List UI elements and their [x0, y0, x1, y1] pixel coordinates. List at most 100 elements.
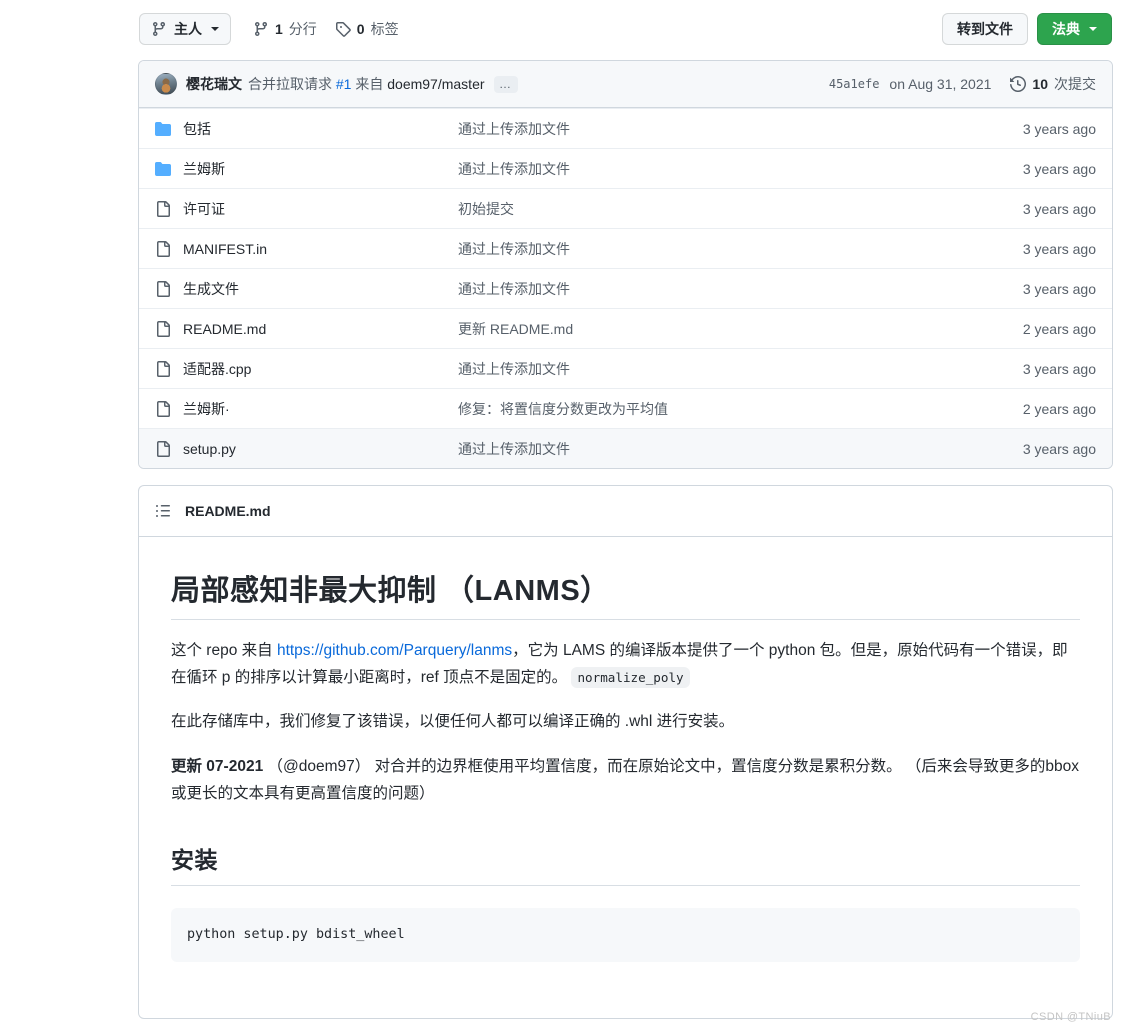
- file-age: 2 years ago: [1023, 321, 1096, 337]
- file-age: 3 years ago: [1023, 361, 1096, 377]
- readme-panel: README.md 局部感知非最大抑制 （LANMS） 这个 repo 来自 h…: [138, 485, 1113, 1019]
- table-row[interactable]: 生成文件 通过上传添加文件 3 years ago: [139, 268, 1112, 308]
- commits-label: 次提交: [1054, 74, 1096, 94]
- go-to-file-button[interactable]: 转到文件: [942, 13, 1028, 45]
- file-commit-message[interactable]: 通过上传添加文件: [458, 119, 1023, 139]
- file-name[interactable]: 兰姆斯: [183, 159, 458, 179]
- folder-icon: [155, 161, 171, 177]
- file-name[interactable]: README.md: [183, 321, 458, 337]
- file-icon: [155, 401, 171, 417]
- file-age: 3 years ago: [1023, 241, 1096, 257]
- lanms-repo-link[interactable]: https://github.com/Parquery/lanms: [277, 642, 512, 659]
- watermark: CSDN @TNiuB: [1031, 1011, 1111, 1023]
- table-row[interactable]: 兰姆斯· 修复：将置信度分数更改为平均值 2 years ago: [139, 388, 1112, 428]
- commit-author[interactable]: 樱花瑞文: [186, 74, 242, 94]
- file-commit-message[interactable]: 初始提交: [458, 199, 1023, 219]
- repo-meta-links: 1 分行 0 标签: [253, 19, 399, 39]
- branches-link[interactable]: 1 分行: [253, 19, 317, 39]
- file-icon: [155, 361, 171, 377]
- file-age: 3 years ago: [1023, 201, 1096, 217]
- file-icon: [155, 321, 171, 337]
- file-commit-message[interactable]: 通过上传添加文件: [458, 239, 1023, 259]
- commit-message: 合并拉取请求 #1 来自 doem97/master: [248, 74, 485, 94]
- chevron-down-icon: [211, 27, 219, 31]
- branches-count: 1: [275, 21, 283, 37]
- branch-selector-label: 主人: [174, 19, 202, 39]
- file-name[interactable]: 兰姆斯·: [183, 399, 458, 419]
- readme-heading-2: 安装: [171, 841, 1080, 886]
- repository-page: 主人 1 分行: [0, 0, 1127, 1029]
- install-code-block: python setup.py bdist_wheel: [171, 908, 1080, 962]
- readme-paragraph-1: 这个 repo 来自 https://github.com/Parquery/l…: [171, 638, 1080, 691]
- commit-message-ref: doem97/master: [387, 76, 484, 92]
- file-name[interactable]: 生成文件: [183, 279, 458, 299]
- file-name[interactable]: 包括: [183, 119, 458, 139]
- file-commit-message[interactable]: 通过上传添加文件: [458, 439, 1023, 459]
- pull-request-link[interactable]: #1: [336, 76, 352, 92]
- repo-toolbar: 主人 1 分行: [138, 8, 1113, 50]
- file-commit-message[interactable]: 更新 README.md: [458, 319, 1023, 339]
- file-name[interactable]: 适配器.cpp: [183, 359, 458, 379]
- file-icon: [155, 441, 171, 457]
- file-age: 3 years ago: [1023, 441, 1096, 457]
- latest-commit-bar: 樱花瑞文 合并拉取请求 #1 来自 doem97/master … 45a1ef…: [139, 61, 1112, 108]
- branch-selector[interactable]: 主人: [139, 13, 231, 45]
- file-commit-message[interactable]: 通过上传添加文件: [458, 359, 1023, 379]
- file-age: 3 years ago: [1023, 121, 1096, 137]
- file-commit-message[interactable]: 通过上传添加文件: [458, 159, 1023, 179]
- file-listing-box: 樱花瑞文 合并拉取请求 #1 来自 doem97/master … 45a1ef…: [138, 60, 1113, 469]
- commit-meta: 45a1efe on Aug 31, 2021 10 次提交: [829, 74, 1096, 94]
- branches-label: 分行: [289, 19, 317, 39]
- table-row[interactable]: 包括 通过上传添加文件 3 years ago: [139, 108, 1112, 148]
- file-age: 3 years ago: [1023, 161, 1096, 177]
- file-name[interactable]: MANIFEST.in: [183, 241, 458, 257]
- table-row[interactable]: MANIFEST.in 通过上传添加文件 3 years ago: [139, 228, 1112, 268]
- list-unordered-icon[interactable]: [155, 503, 171, 519]
- tags-label: 标签: [371, 19, 399, 39]
- go-to-file-label: 转到文件: [957, 19, 1013, 39]
- file-age: 2 years ago: [1023, 401, 1096, 417]
- tags-link[interactable]: 0 标签: [335, 19, 399, 39]
- readme-content: 局部感知非最大抑制 （LANMS） 这个 repo 来自 https://git…: [139, 537, 1112, 1018]
- expand-commit-button[interactable]: …: [494, 76, 518, 93]
- code-button[interactable]: 法典: [1037, 13, 1112, 45]
- file-name[interactable]: setup.py: [183, 441, 458, 457]
- file-commit-message[interactable]: 修复：将置信度分数更改为平均值: [458, 399, 1023, 419]
- table-row[interactable]: setup.py 通过上传添加文件 3 years ago: [139, 428, 1112, 468]
- file-name[interactable]: 许可证: [183, 199, 458, 219]
- commit-message-middle: 来自: [355, 76, 383, 92]
- table-row[interactable]: 兰姆斯 通过上传添加文件 3 years ago: [139, 148, 1112, 188]
- tags-count: 0: [357, 21, 365, 37]
- file-commit-message[interactable]: 通过上传添加文件: [458, 279, 1023, 299]
- readme-filename: README.md: [185, 503, 271, 519]
- file-icon: [155, 201, 171, 217]
- folder-icon: [155, 121, 171, 137]
- table-row[interactable]: 适配器.cpp 通过上传添加文件 3 years ago: [139, 348, 1112, 388]
- commit-sha[interactable]: 45a1efe: [829, 77, 880, 91]
- code-button-label: 法典: [1052, 19, 1080, 39]
- commit-date: on Aug 31, 2021: [889, 76, 991, 92]
- file-age: 3 years ago: [1023, 281, 1096, 297]
- commit-message-prefix[interactable]: 合并拉取请求: [248, 76, 332, 92]
- page-container: 主人 1 分行: [138, 0, 1113, 1019]
- commits-count: 10: [1032, 76, 1048, 92]
- readme-heading-1: 局部感知非最大抑制 （LANMS）: [171, 567, 1080, 620]
- inline-code-normalize-poly: normalize_poly: [571, 667, 689, 688]
- paragraph-3-rest: （@doem97） 对合并的边界框使用平均置信度，而在原始论文中，置信度分数是累…: [171, 758, 1079, 802]
- git-branch-icon: [253, 21, 269, 37]
- avatar[interactable]: [155, 73, 177, 95]
- readme-header: README.md: [139, 486, 1112, 537]
- file-icon: [155, 241, 171, 257]
- table-row[interactable]: 许可证 初始提交 3 years ago: [139, 188, 1112, 228]
- install-command: python setup.py bdist_wheel: [187, 927, 405, 942]
- paragraph-3-bold: 更新 07-2021: [171, 758, 263, 775]
- commit-history-link[interactable]: 10 次提交: [1010, 74, 1096, 94]
- readme-paragraph-3: 更新 07-2021 （@doem97） 对合并的边界框使用平均置信度，而在原始…: [171, 754, 1080, 807]
- history-icon: [1010, 76, 1026, 92]
- paragraph-1-prefix: 这个 repo 来自: [171, 642, 277, 659]
- git-branch-icon: [151, 21, 167, 37]
- tag-icon: [335, 21, 351, 37]
- table-row[interactable]: README.md 更新 README.md 2 years ago: [139, 308, 1112, 348]
- readme-paragraph-2: 在此存储库中，我们修复了该错误，以便任何人都可以编译正确的 .whl 进行安装。: [171, 709, 1080, 736]
- chevron-down-icon: [1089, 27, 1097, 31]
